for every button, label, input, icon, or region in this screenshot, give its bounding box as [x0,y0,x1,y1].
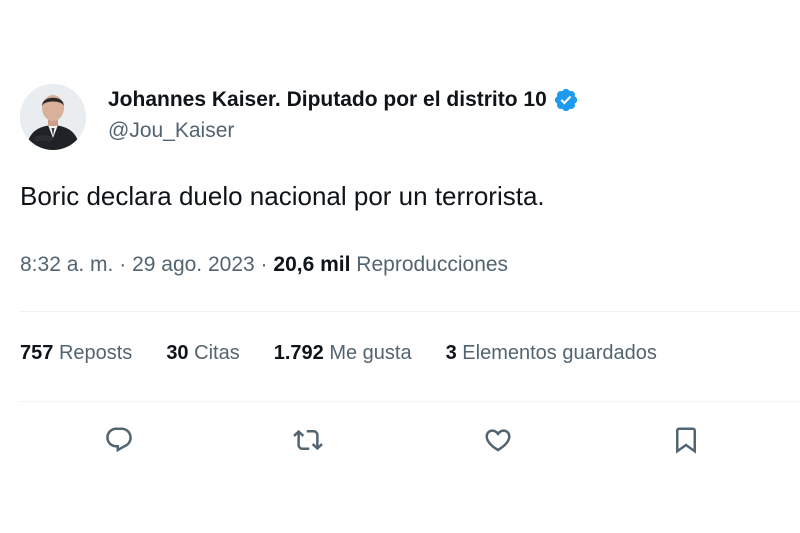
like-button[interactable] [480,422,516,458]
stat-count: 1.792 [273,342,324,364]
stat-count: 3 [445,342,457,364]
repost-icon [293,429,323,451]
stat-label: Citas [194,342,240,364]
verified-badge-icon[interactable] [553,87,579,113]
reply-button[interactable] [101,422,137,458]
engagement-stats: 757 Reposts 30 Citas 1.792 Me gusta 3 El… [20,342,691,365]
meta-separator: · [119,253,127,276]
stat-label: Reposts [58,342,133,364]
stat-likes[interactable]: 1.792 Me gusta [274,342,412,365]
views-count: 20,6 mil [273,253,351,276]
tweet-text: Boric declara duelo nacional por un terr… [20,181,545,211]
name-row: Johannes Kaiser. Diputado por el distrit… [108,84,579,116]
stat-count: 30 [166,342,189,364]
divider [20,401,800,402]
stat-reposts[interactable]: 757 Reposts [20,342,132,365]
reply-icon [106,427,132,453]
tweet-time[interactable]: 8:32 a. m. [20,253,113,276]
meta-separator: · [260,253,268,276]
tweet-date[interactable]: 29 ago. 2023 [132,253,255,276]
action-bar [0,422,800,462]
bookmark-button[interactable] [668,422,704,458]
divider [20,311,800,312]
avatar[interactable] [20,84,86,150]
tweet-meta: 8:32 a. m. · 29 ago. 2023 · 20,6 mil Rep… [20,253,508,277]
stat-count: 757 [20,342,54,364]
bookmark-icon [676,427,696,454]
views-label: Reproducciones [356,253,509,276]
stat-label: Elementos guardados [462,342,657,364]
stat-bookmarks[interactable]: 3 Elementos guardados [446,342,657,365]
like-icon [485,429,511,452]
handle[interactable]: @Jou_Kaiser [108,119,579,143]
stat-label: Me gusta [329,342,412,364]
stat-quotes[interactable]: 30 Citas [166,342,239,365]
display-name[interactable]: Johannes Kaiser. Diputado por el distrit… [108,88,547,112]
tweet-card: Johannes Kaiser. Diputado por el distrit… [0,0,800,533]
avatar-image [20,84,86,150]
author-block: Johannes Kaiser. Diputado por el distrit… [108,84,579,143]
repost-button[interactable] [290,422,326,458]
